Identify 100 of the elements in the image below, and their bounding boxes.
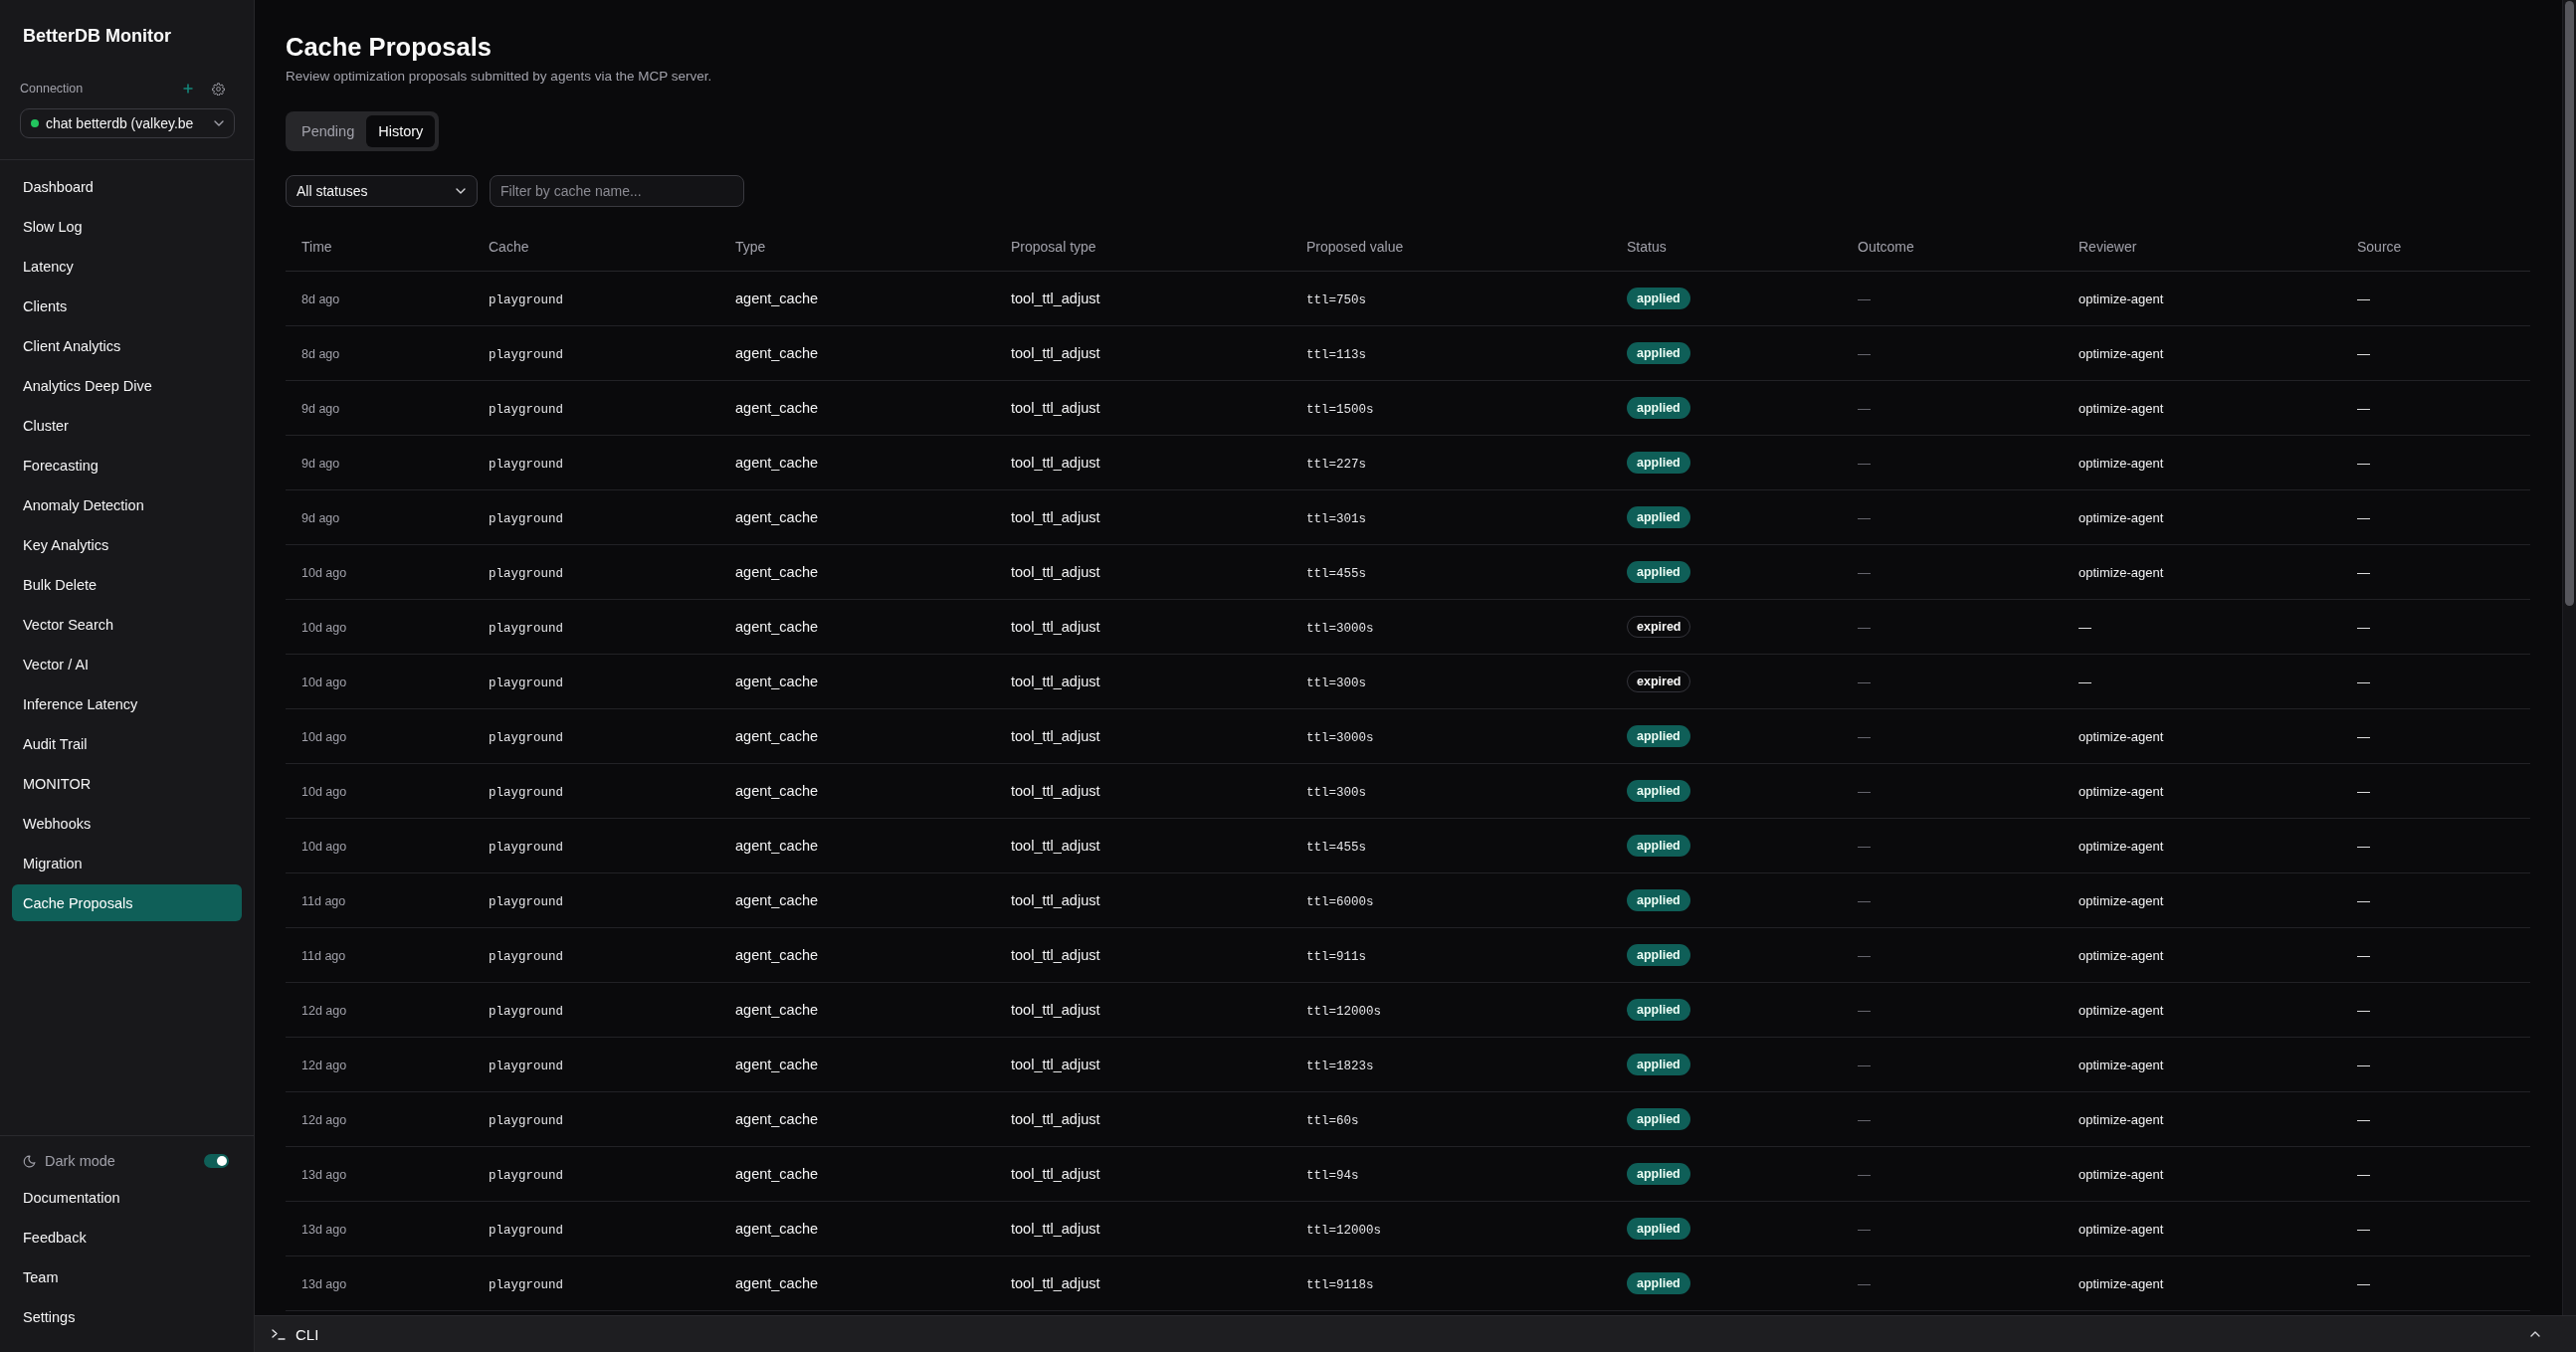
tab[interactable]: Pending: [290, 115, 367, 147]
source-text: —: [2357, 1057, 2370, 1072]
proposed-value: ttl=455s: [1306, 566, 1366, 581]
timestamp-text: 12d ago: [301, 1112, 347, 1127]
reviewer-name: optimize-agent: [2079, 1111, 2164, 1127]
proposal-type: tool_ttl_adjust: [1011, 891, 1100, 908]
status-select[interactable]: All statuses: [286, 175, 478, 207]
scrollbar-thumb[interactable]: [2565, 1, 2574, 606]
source-text: —: [2357, 674, 2370, 689]
nav-item[interactable]: Key Analytics: [12, 526, 242, 563]
nav-item[interactable]: Anomaly Detection: [12, 486, 242, 523]
proposal-type: tool_ttl_adjust: [1011, 782, 1100, 799]
reviewer-name: optimize-agent: [2079, 892, 2164, 908]
status-badge: applied: [1627, 505, 1690, 528]
chevron-up-icon: [2530, 1331, 2540, 1337]
column-header: Proposal type: [1011, 238, 1096, 255]
settings-icon[interactable]: [212, 82, 225, 96]
cache-type: agent_cache: [735, 344, 819, 361]
outcome-text: —: [1858, 509, 1871, 525]
nav-item[interactable]: MONITOR: [12, 765, 242, 802]
nav-item[interactable]: Analytics Deep Dive: [12, 367, 242, 404]
proposed-value: ttl=300s: [1306, 785, 1366, 800]
sidebar-link[interactable]: Settings: [12, 1297, 87, 1337]
proposal-type: tool_ttl_adjust: [1011, 1220, 1100, 1237]
nav-item[interactable]: Dashboard: [12, 168, 242, 205]
sidebar-link[interactable]: Feedback: [12, 1218, 98, 1257]
outcome-text: —: [1858, 947, 1871, 963]
tab[interactable]: History: [366, 115, 436, 147]
status-badge: applied: [1627, 779, 1690, 802]
status-badge: applied: [1627, 1107, 1690, 1130]
status-badge: applied: [1627, 1053, 1690, 1075]
scrollbar[interactable]: [2562, 0, 2576, 1315]
cache-name: playground: [489, 1168, 563, 1183]
source-text: —: [2357, 947, 2370, 963]
nav-item[interactable]: Inference Latency: [12, 685, 242, 722]
source-text: —: [2357, 619, 2370, 635]
timestamp-text: 10d ago: [301, 620, 347, 635]
nav-item[interactable]: Clients: [12, 288, 242, 324]
nav-item[interactable]: Client Analytics: [12, 327, 242, 364]
source-text: —: [2357, 400, 2370, 416]
nav-item[interactable]: Slow Log: [12, 208, 242, 245]
nav-item[interactable]: Audit Trail: [12, 725, 242, 762]
cache-type: agent_cache: [735, 1056, 819, 1072]
nav-item[interactable]: Bulk Delete: [12, 566, 242, 603]
cache-type: agent_cache: [735, 946, 819, 963]
connection-select[interactable]: chat betterdb (valkey.be: [20, 108, 235, 138]
status-badge: applied: [1627, 396, 1690, 419]
cache-type: agent_cache: [735, 563, 819, 580]
cache-type: agent_cache: [735, 1220, 819, 1237]
chevron-down-icon: [214, 120, 224, 126]
cache-type: agent_cache: [735, 1001, 819, 1018]
status-badge: applied: [1627, 560, 1690, 583]
sidebar-link[interactable]: Team: [12, 1257, 70, 1297]
proposed-value: ttl=227s: [1306, 457, 1366, 472]
reviewer-name: —: [2079, 619, 2091, 635]
source-text: —: [2357, 892, 2370, 908]
sidebar-link[interactable]: Documentation: [12, 1178, 131, 1218]
reviewer-name: optimize-agent: [2079, 455, 2164, 471]
cache-filter-field[interactable]: Filter by cache name...: [490, 175, 744, 207]
timestamp-text: 10d ago: [301, 784, 347, 799]
nav-item[interactable]: Cluster: [12, 407, 242, 444]
cache-name: playground: [489, 457, 563, 472]
column-header: Proposed value: [1306, 238, 1404, 255]
proposed-value: ttl=60s: [1306, 1113, 1359, 1128]
cache-name: playground: [489, 1113, 563, 1128]
cache-name: playground: [489, 292, 563, 307]
source-text: —: [2357, 1221, 2370, 1237]
cache-name: playground: [489, 785, 563, 800]
proposed-value: ttl=3000s: [1306, 621, 1374, 636]
cache-type: agent_cache: [735, 673, 819, 689]
proposal-type: tool_ttl_adjust: [1011, 946, 1100, 963]
terminal-icon: [272, 1328, 286, 1340]
nav-item[interactable]: Forecasting: [12, 447, 242, 483]
outcome-text: —: [1858, 728, 1871, 744]
nav-item[interactable]: Migration: [12, 845, 242, 881]
nav-item[interactable]: Latency: [12, 248, 242, 285]
outcome-text: —: [1858, 783, 1871, 799]
status-badge: applied: [1627, 1271, 1690, 1294]
outcome-text: —: [1858, 1275, 1871, 1291]
dark-mode-toggle[interactable]: [204, 1154, 229, 1168]
proposal-type: tool_ttl_adjust: [1011, 508, 1100, 525]
nav-item[interactable]: Vector Search: [12, 606, 242, 643]
proposal-type: tool_ttl_adjust: [1011, 1274, 1100, 1291]
nav-item[interactable]: Cache Proposals: [12, 884, 242, 921]
source-text: —: [2357, 455, 2370, 471]
timestamp-text: 13d ago: [301, 1167, 347, 1182]
timestamp-text: 10d ago: [301, 729, 347, 744]
nav-item[interactable]: Vector / AI: [12, 646, 242, 682]
proposed-value: ttl=300s: [1306, 676, 1366, 690]
nav-item[interactable]: Webhooks: [12, 805, 242, 842]
cache-type: agent_cache: [735, 508, 819, 525]
outcome-text: —: [1858, 674, 1871, 689]
cli-bar[interactable]: CLI: [255, 1315, 2576, 1352]
plus-icon[interactable]: [183, 84, 193, 94]
timestamp-text: 13d ago: [301, 1222, 347, 1237]
reviewer-name: optimize-agent: [2079, 783, 2164, 799]
proposal-type: tool_ttl_adjust: [1011, 727, 1100, 744]
proposed-value: ttl=301s: [1306, 511, 1366, 526]
outcome-text: —: [1858, 400, 1871, 416]
timestamp-text: 10d ago: [301, 839, 347, 854]
